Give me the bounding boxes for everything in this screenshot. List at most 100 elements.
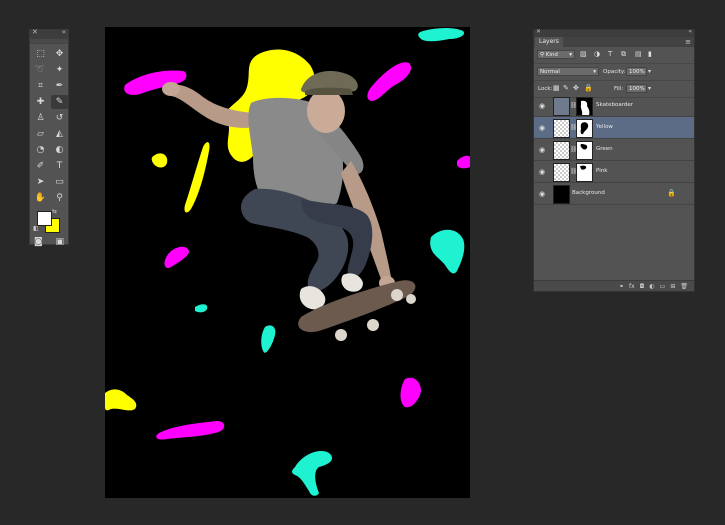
- visibility-eye-icon[interactable]: ◉: [539, 102, 545, 110]
- layer-thumbnail: [553, 119, 570, 138]
- history-brush-icon[interactable]: ↺: [51, 111, 68, 125]
- lock-icon: 🔒: [667, 189, 676, 197]
- lock-transparent-icon[interactable]: ▦: [553, 84, 560, 93]
- close-icon[interactable]: ✕: [32, 28, 38, 36]
- paint-bucket-icon[interactable]: ◭: [51, 127, 68, 141]
- move-tool-icon[interactable]: ✥: [51, 47, 68, 61]
- layer-filter-row: ⚲ Kind ▾ ▨ ◑ T ⧉ ▤ ▮: [534, 47, 694, 64]
- green-splash-topright: [418, 28, 465, 42]
- dodge-tool-icon[interactable]: ◐: [51, 143, 68, 157]
- visibility-eye-icon[interactable]: ◉: [539, 146, 545, 154]
- layer-thumbnail: [553, 97, 570, 116]
- add-mask-icon[interactable]: ◘: [640, 281, 645, 291]
- skateboarder-figure: [162, 71, 416, 341]
- layer-name[interactable]: Skateboarder: [596, 101, 633, 110]
- filter-kind-select[interactable]: ⚲ Kind ▾: [537, 50, 575, 59]
- layer-mask-thumbnail[interactable]: [576, 163, 593, 182]
- lasso-tool-icon[interactable]: ➰: [32, 63, 49, 77]
- blend-mode-select[interactable]: Normal ▾: [537, 67, 599, 76]
- double-chevron-icon[interactable]: «: [62, 28, 66, 36]
- panel-menu-icon[interactable]: ≡: [685, 37, 691, 47]
- screen-mode-icon[interactable]: ▣: [55, 237, 64, 247]
- close-icon[interactable]: ✕: [536, 28, 541, 35]
- opacity-field[interactable]: 100%: [626, 67, 647, 76]
- tool-grid: ⬚ ✥ ➰ ✦ ⌗ ✒ ✚ ✎ ♙ ↺ ▱ ◭ ◔ ◐ ✐ T ➤ ▭ ✋ ⚲: [30, 44, 68, 205]
- layer-thumbnail: [553, 163, 570, 182]
- default-colors-icon[interactable]: ◧: [33, 225, 39, 232]
- lock-position-icon[interactable]: ✥: [573, 84, 579, 93]
- new-layer-icon[interactable]: ⊞: [670, 281, 675, 291]
- crop-tool-icon[interactable]: ⌗: [32, 79, 49, 93]
- layers-panel-titlebar[interactable]: ✕ «: [534, 28, 694, 37]
- pink-splash-bottom: [156, 421, 225, 440]
- hand-tool-icon[interactable]: ✋: [32, 191, 49, 205]
- pen-tool-icon[interactable]: ✐: [32, 159, 49, 173]
- blur-tool-icon[interactable]: ◔: [32, 143, 49, 157]
- visibility-eye-icon[interactable]: ◉: [539, 190, 545, 198]
- tools-panel: ✕ « ⬚ ✥ ➰ ✦ ⌗ ✒ ✚ ✎ ♙ ↺ ▱ ◭ ◔ ◐ ✐ T ➤ ▭ ✋ ⚲ ⇆ ◧ ◙ ▣: [29, 28, 69, 247]
- healing-brush-icon[interactable]: ✚: [32, 95, 49, 109]
- layer-row-yellow[interactable]: ◉ ⛓ Yellow: [534, 117, 694, 139]
- filter-toggle-icon[interactable]: ▮: [648, 50, 652, 59]
- layer-row-pink[interactable]: ◉ ⛓ Pink: [534, 161, 694, 183]
- fill-label: Fill:: [614, 86, 624, 92]
- pixel-filter-icon[interactable]: ▨: [580, 50, 587, 59]
- document-canvas[interactable]: [105, 27, 470, 498]
- type-filter-icon[interactable]: T: [608, 50, 612, 59]
- pink-splash-right: [457, 155, 470, 169]
- opacity-label: Opacity:: [603, 69, 626, 75]
- fx-icon[interactable]: fx: [629, 281, 635, 291]
- adjustment-layer-icon[interactable]: ◐: [649, 281, 654, 291]
- layer-name[interactable]: Pink: [596, 167, 607, 176]
- tab-layers[interactable]: Layers: [535, 37, 563, 47]
- type-tool-icon[interactable]: T: [51, 159, 68, 173]
- magic-wand-icon[interactable]: ✦: [51, 63, 68, 77]
- yellow-splash-bottom: [105, 389, 137, 411]
- green-splash-small: [195, 304, 208, 313]
- yellow-splash-dot: [151, 153, 168, 168]
- layer-name[interactable]: Yellow: [596, 123, 613, 132]
- path-selection-icon[interactable]: ➤: [32, 175, 49, 189]
- layer-row-green[interactable]: ◉ ⛓ Green: [534, 139, 694, 161]
- pink-splash-topright: [367, 62, 412, 101]
- layer-name[interactable]: Green: [596, 145, 613, 154]
- fill-slider-icon[interactable]: ▾: [648, 84, 651, 93]
- smart-object-filter-icon[interactable]: ▤: [635, 50, 642, 59]
- lock-label: Lock:: [538, 86, 553, 92]
- marquee-tool-icon[interactable]: ⬚: [32, 47, 49, 61]
- tools-panel-titlebar[interactable]: ✕ «: [30, 28, 68, 39]
- brush-tool-icon[interactable]: ✎: [51, 95, 68, 109]
- pink-splash-left: [164, 246, 189, 269]
- rectangle-tool-icon[interactable]: ▭: [51, 175, 68, 189]
- visibility-eye-icon[interactable]: ◉: [539, 168, 545, 176]
- shape-filter-icon[interactable]: ⧉: [621, 50, 626, 59]
- layers-footer: ⚭ fx ◘ ◐ ▭ ⊞ 🗑: [534, 280, 694, 291]
- layer-mask-thumbnail[interactable]: [576, 97, 593, 116]
- lock-all-icon[interactable]: 🔒: [584, 84, 593, 93]
- layer-mask-thumbnail[interactable]: [576, 119, 593, 138]
- blend-mode-value: Normal: [540, 69, 560, 75]
- layer-row-background[interactable]: ◉ Background 🔒: [534, 183, 694, 205]
- fill-field[interactable]: 100%: [626, 84, 647, 93]
- adjustment-filter-icon[interactable]: ◑: [594, 50, 600, 59]
- quick-mask-icon[interactable]: ◙: [34, 237, 43, 247]
- layer-mask-thumbnail[interactable]: [576, 141, 593, 160]
- foreground-color-swatch[interactable]: [37, 211, 52, 226]
- clone-stamp-icon[interactable]: ♙: [32, 111, 49, 125]
- swap-colors-icon[interactable]: ⇆: [52, 208, 57, 215]
- zoom-tool-icon[interactable]: ⚲: [51, 191, 68, 205]
- layer-name[interactable]: Background: [572, 189, 605, 198]
- double-chevron-icon[interactable]: «: [688, 28, 692, 35]
- new-group-icon[interactable]: ▭: [660, 281, 666, 291]
- opacity-slider-icon[interactable]: ▾: [648, 67, 651, 76]
- delete-layer-icon[interactable]: 🗑: [680, 281, 688, 291]
- green-splash-mid: [261, 325, 276, 353]
- lock-pixels-icon[interactable]: ✎: [563, 84, 569, 93]
- layer-row-skateboarder[interactable]: ◉ ⛓ Skateboarder: [534, 95, 694, 117]
- eyedropper-icon[interactable]: ✒: [51, 79, 68, 93]
- eraser-tool-icon[interactable]: ▱: [32, 127, 49, 141]
- green-splash-right: [430, 229, 465, 274]
- green-splash-bottom: [292, 451, 333, 496]
- link-layers-icon[interactable]: ⚭: [619, 281, 624, 291]
- visibility-eye-icon[interactable]: ◉: [539, 124, 545, 132]
